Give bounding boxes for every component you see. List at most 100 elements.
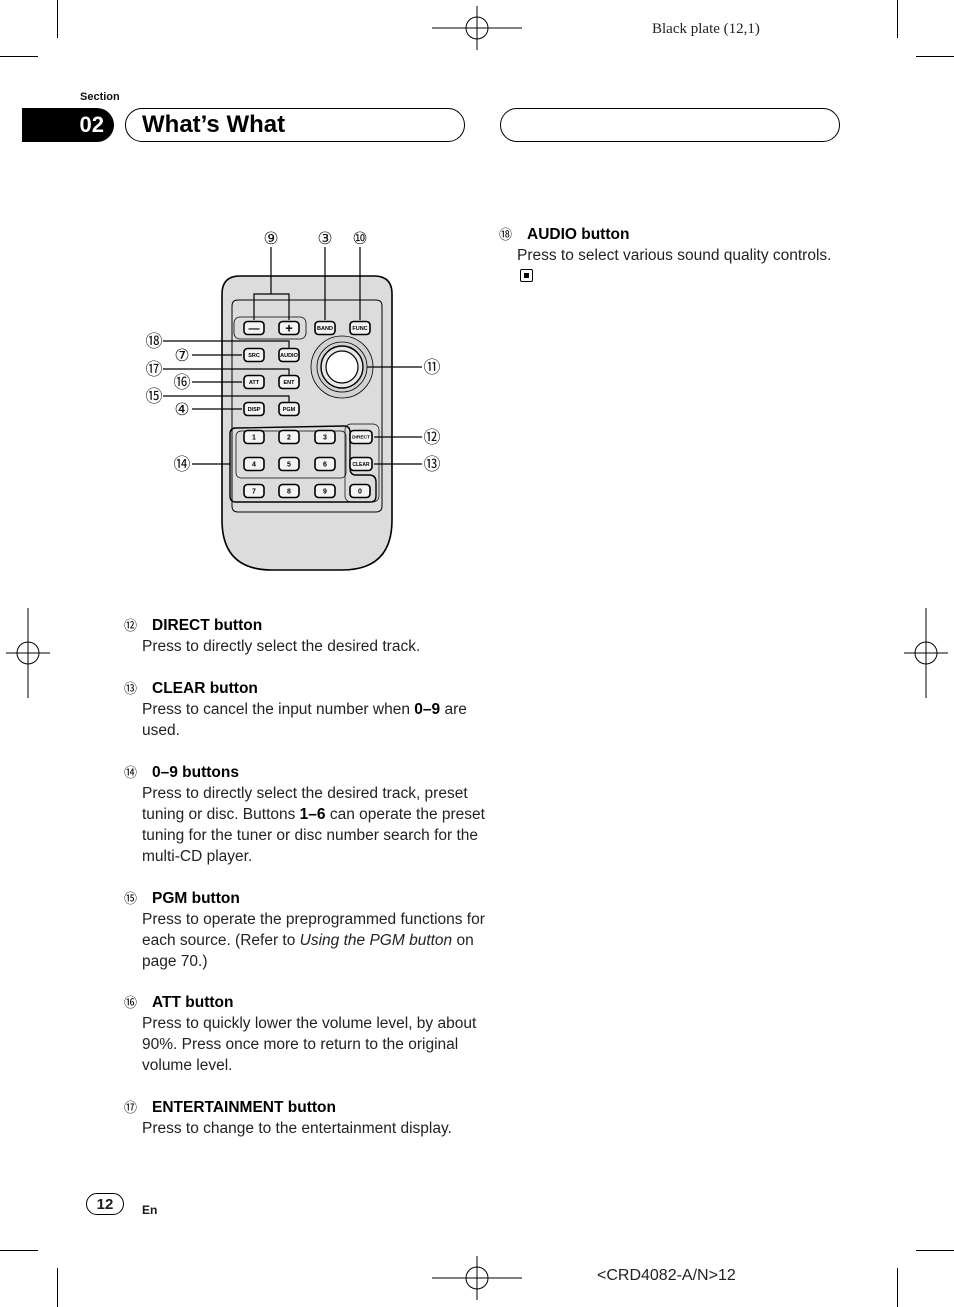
digit-0-button-label: 0 xyxy=(358,489,362,496)
att-button-label: ATT xyxy=(249,380,260,386)
crop-mark xyxy=(0,56,38,57)
digit-3-button-label: 3 xyxy=(323,435,327,442)
direct-button-label: DIRECT xyxy=(352,435,370,441)
audio-button-label: AUDIO xyxy=(280,353,298,359)
item-direct: ⑫ DIRECT button Press to directly select … xyxy=(124,615,492,657)
item-digits: ⑭ 0–9 buttons Press to directly select th… xyxy=(124,762,492,867)
registration-mark-icon xyxy=(904,608,948,698)
item-heading: ⑰ ENTERTAINMENT button xyxy=(124,1097,492,1118)
volume-up-button-label: + xyxy=(285,321,293,336)
pgm-button-label: PGM xyxy=(283,407,296,413)
item-title: 0–9 buttons xyxy=(152,764,239,781)
item-body-text: Press to change to the entertainment dis… xyxy=(142,1120,452,1137)
item-clear: ⑬ CLEAR button Press to cancel the input … xyxy=(124,678,492,741)
language-label: En xyxy=(142,1203,158,1217)
item-title: AUDIO button xyxy=(527,226,630,243)
item-body: Press to cancel the input number when 0–… xyxy=(142,699,492,741)
callout-10: ⑩ xyxy=(352,229,367,248)
remote-control-diagram: — + BAND FUNC SRC AUDIO ATT ENT DISP PGM DIRECT CLE… xyxy=(146,229,441,571)
callout-9: ⑨ xyxy=(263,229,278,248)
band-button-label: BAND xyxy=(317,326,333,332)
digit-1-button-label: 1 xyxy=(252,435,256,442)
callout-4: ④ xyxy=(174,400,189,419)
page-title-text: What’s What xyxy=(142,111,286,138)
crop-mark xyxy=(916,1250,954,1251)
end-mark-icon xyxy=(520,269,533,282)
item-entertainment: ⑰ ENTERTAINMENT button Press to change to… xyxy=(124,1097,492,1139)
page-number: 12 xyxy=(96,1195,114,1213)
item-heading: ⑫ DIRECT button xyxy=(124,615,492,636)
item-body-text: Press to select various sound quality co… xyxy=(517,247,832,264)
registration-mark-icon xyxy=(432,6,522,50)
ent-button-label: ENT xyxy=(284,380,296,386)
remote-body xyxy=(221,275,393,571)
crop-mark xyxy=(0,1250,38,1251)
clear-button-label: CLEAR xyxy=(352,462,370,468)
callout-11: ⑪ xyxy=(424,358,441,377)
callout-15: ⑮ xyxy=(146,387,163,406)
section-number: 02 xyxy=(79,112,104,137)
section-number-badge: 02 xyxy=(22,108,114,142)
digit-4-button-label: 4 xyxy=(252,462,256,469)
callout-12: ⑫ xyxy=(424,428,441,447)
item-title: CLEAR button xyxy=(152,680,258,697)
item-number: ⑯ xyxy=(124,995,138,1010)
jog-dial-button xyxy=(325,350,359,384)
func-button-label: FUNC xyxy=(352,326,367,332)
item-number: ⑫ xyxy=(124,618,138,633)
item-body: Press to directly select the desired tra… xyxy=(142,783,492,867)
digit-7-button-label: 7 xyxy=(252,489,256,496)
item-body-bold: 0–9 xyxy=(414,701,441,718)
digit-9-button-label: 9 xyxy=(323,489,327,496)
callout-7: ⑦ xyxy=(174,346,189,365)
item-number: ⑬ xyxy=(124,681,138,696)
volume-down-button-label: — xyxy=(249,323,260,335)
item-number: ⑰ xyxy=(124,1100,138,1115)
digit-2-button-label: 2 xyxy=(287,435,291,442)
callout-3: ③ xyxy=(317,229,332,248)
empty-header-pill xyxy=(500,108,840,142)
item-body-bold: 1–6 xyxy=(299,806,326,823)
page-title: What’s What xyxy=(125,108,465,142)
plate-label: Black plate (12,1) xyxy=(652,21,760,37)
digit-8-button-label: 8 xyxy=(287,489,291,496)
callout-13: ⑬ xyxy=(424,455,441,474)
crop-mark xyxy=(916,56,954,57)
section-label: Section xyxy=(80,91,120,103)
item-number: ⑭ xyxy=(124,765,138,780)
item-heading: ⑭ 0–9 buttons xyxy=(124,762,492,783)
item-heading: ⑯ ATT button xyxy=(124,992,492,1013)
callout-14: ⑭ xyxy=(174,455,191,474)
crop-mark xyxy=(57,1268,58,1307)
digit-6-button-label: 6 xyxy=(323,462,327,469)
item-audio: ⑱ AUDIO button Press to select various so… xyxy=(499,224,837,287)
item-body: Press to select various sound quality co… xyxy=(517,245,837,287)
item-title: ATT button xyxy=(152,994,234,1011)
registration-mark-icon xyxy=(6,608,50,698)
crop-mark xyxy=(57,0,58,38)
item-body-text: Press to directly select the desired tra… xyxy=(142,638,421,655)
item-heading: ⑱ AUDIO button xyxy=(499,224,837,245)
crop-mark xyxy=(897,0,898,38)
item-body: Press to operate the preprogrammed funct… xyxy=(142,909,492,972)
item-att: ⑯ ATT button Press to quickly lower the v… xyxy=(124,992,492,1076)
digit-5-button-label: 5 xyxy=(287,462,291,469)
callout-17: ⑰ xyxy=(146,360,163,379)
item-pgm: ⑮ PGM button Press to operate the preprog… xyxy=(124,888,492,972)
src-button-label: SRC xyxy=(248,353,260,359)
item-number: ⑱ xyxy=(499,227,513,242)
registration-mark-icon xyxy=(432,1256,522,1300)
cross-reference-link[interactable]: Using the PGM button xyxy=(300,932,453,949)
callout-18: ⑱ xyxy=(146,332,163,351)
document-code: <CRD4082-A/N>12 xyxy=(597,1267,736,1284)
item-number: ⑮ xyxy=(124,891,138,906)
item-title: DIRECT button xyxy=(152,617,263,634)
item-body-text: Press to quickly lower the volume level,… xyxy=(142,1015,477,1074)
crop-mark xyxy=(897,1268,898,1307)
item-body-text: Press to cancel the input number when xyxy=(142,701,415,718)
page-number-badge: 12 xyxy=(86,1193,124,1215)
item-heading: ⑮ PGM button xyxy=(124,888,492,909)
disp-button-label: DISP xyxy=(248,407,261,413)
item-heading: ⑬ CLEAR button xyxy=(124,678,492,699)
item-title: ENTERTAINMENT button xyxy=(152,1099,336,1116)
